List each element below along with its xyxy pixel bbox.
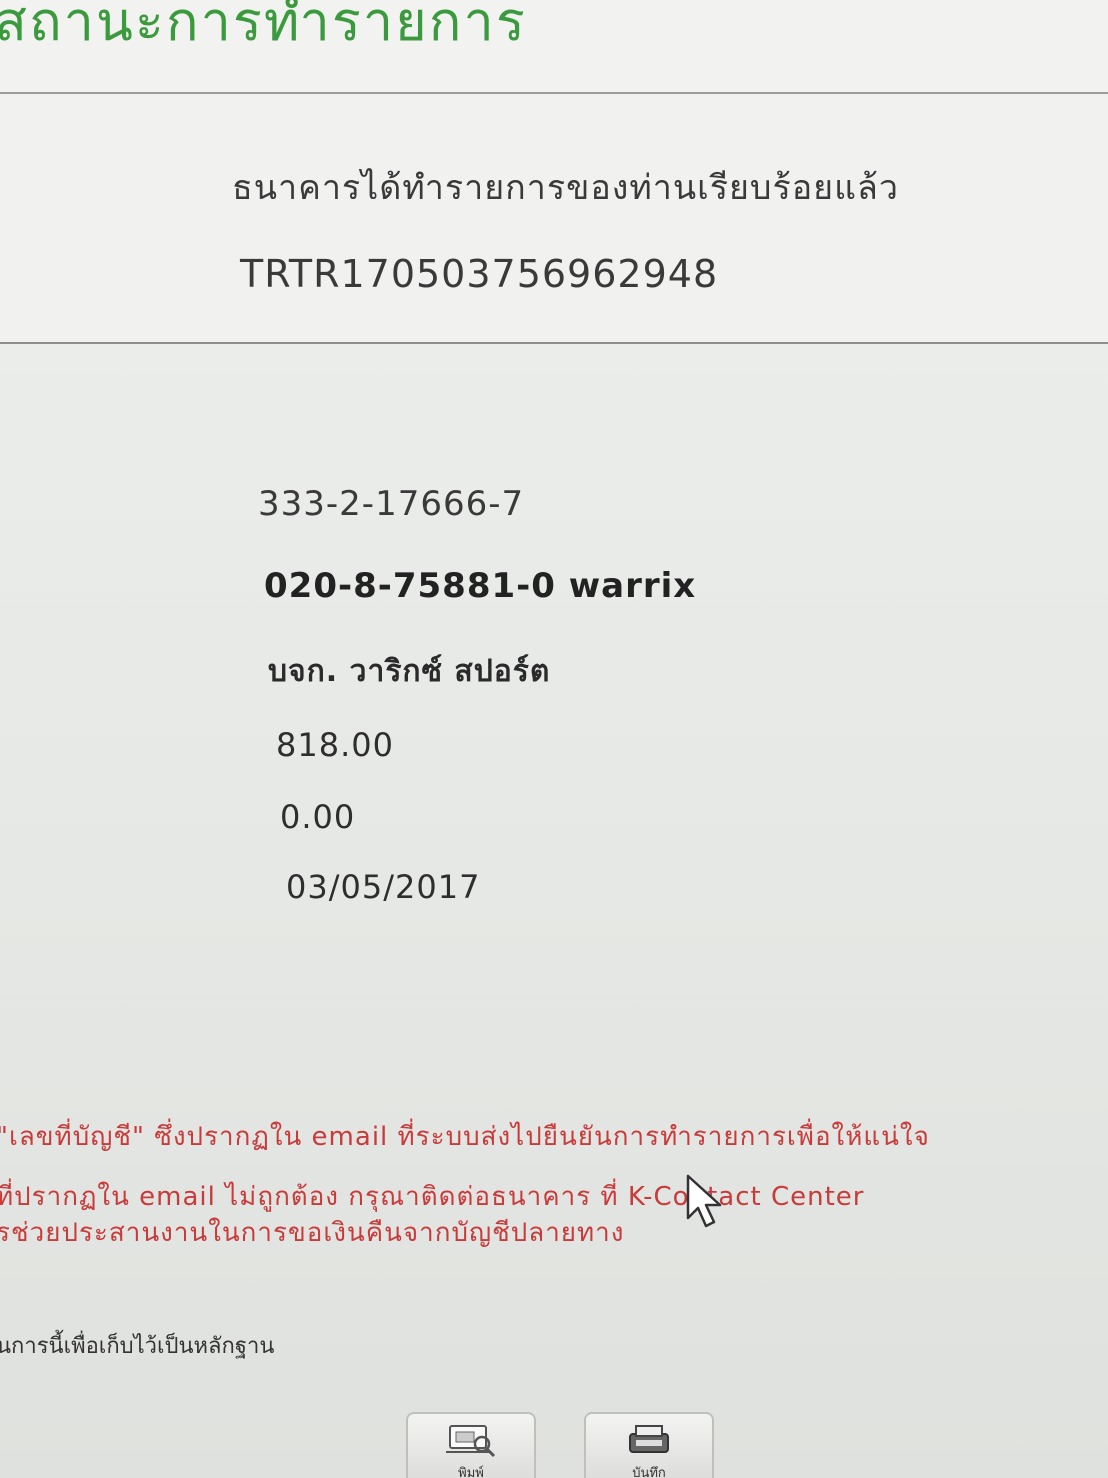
warning-text-line-3: รช่วยประสานงานในการขอเงินคืนจากบัญชีปลาย… bbox=[0, 1218, 625, 1248]
print-button[interactable]: พิมพ์ bbox=[406, 1412, 536, 1478]
from-account-value: 333-2-17666-7 bbox=[258, 484, 525, 524]
printer-icon bbox=[446, 1425, 496, 1458]
save-button-label: บันทึก bbox=[632, 1466, 666, 1478]
page: สถานะการทำรายการ ธนาคารได้ทำรายการของท่า… bbox=[0, 0, 1108, 1478]
fee-value: 0.00 bbox=[280, 798, 356, 836]
warning-text-line-1: "เลขที่บัญชี" ซึ่งปรากฏใน email ที่ระบบส… bbox=[0, 1122, 930, 1152]
print-button-label: พิมพ์ bbox=[458, 1466, 484, 1478]
to-account-value: 020-8-75881-0 warrix bbox=[264, 566, 697, 606]
amount-value: 818.00 bbox=[276, 726, 394, 764]
save-button[interactable]: บันทึก bbox=[584, 1412, 714, 1478]
transaction-date-value: 03/05/2017 bbox=[286, 868, 481, 906]
mouse-cursor-icon bbox=[686, 1174, 722, 1228]
save-evidence-note: นการนี้เพื่อเก็บไว้เป็นหลักฐาน bbox=[0, 1334, 275, 1359]
reference-number: TRTR17050375696294​8 bbox=[240, 252, 719, 296]
warning-text-line-2: ที่ปรากฏใน email ไม่ถูกต้อง กรุณาติดต่อธ… bbox=[0, 1182, 865, 1212]
result-panel bbox=[0, 94, 1108, 342]
success-message: ธนาคารได้ทำรายการของท่านเรียบร้อยแล้ว bbox=[232, 168, 899, 208]
divider bbox=[0, 342, 1108, 344]
save-icon bbox=[629, 1425, 669, 1453]
status-header: สถานะการทำรายการ bbox=[0, 0, 1108, 92]
page-title: สถานะการทำรายการ bbox=[0, 0, 527, 53]
to-account-name-value: บจก. วาริกซ์ สปอร์ต bbox=[268, 654, 551, 689]
